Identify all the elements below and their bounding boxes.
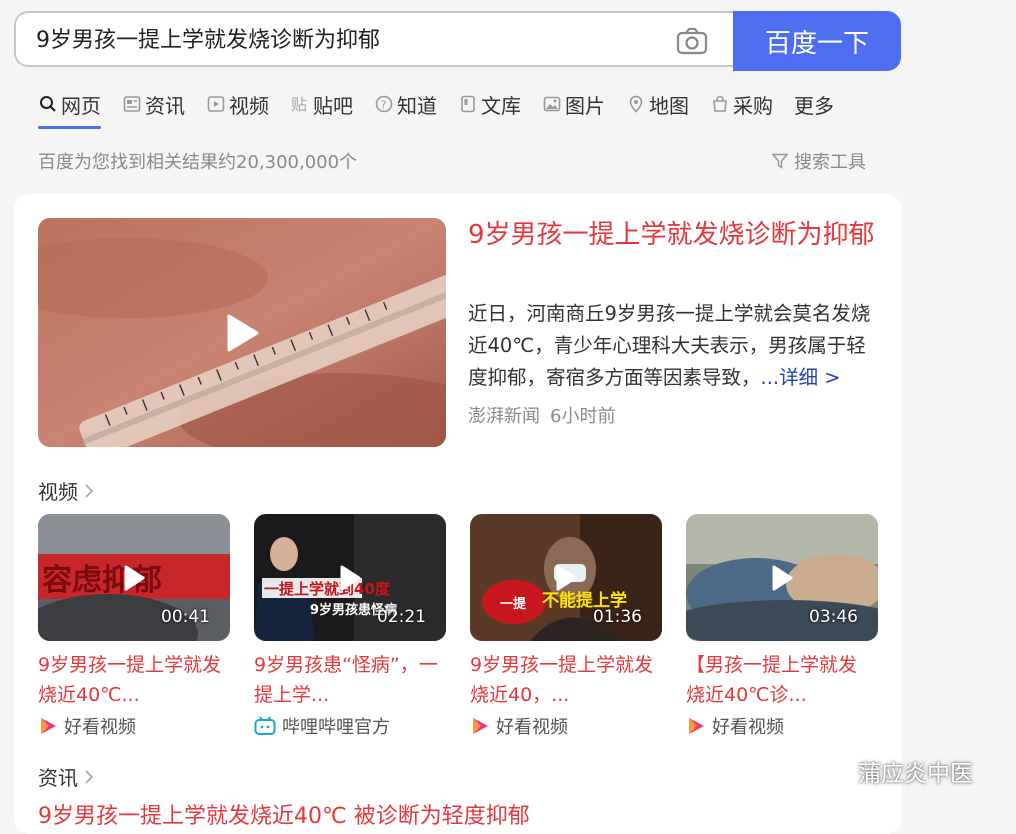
tab-label: 知道 [397,93,437,118]
tab-news[interactable]: 资讯 [122,88,185,120]
tab-label: 图片 [565,93,605,118]
tieba-icon: 贴 [290,94,310,114]
haokan-icon [473,718,488,734]
watermark-text: 蒲应炎中医 [858,761,973,787]
play-icon [772,565,793,590]
video-icon [206,94,226,114]
search-tools-label: 搜索工具 [794,152,866,173]
haokan-icon [689,718,704,734]
search-tools-button[interactable]: 搜索工具 [772,148,866,174]
map-icon [626,94,646,114]
source-time: 6小时前 [550,406,616,427]
video-section-title[interactable]: 视频 [38,476,94,505]
news-section-title[interactable]: 资讯 [38,762,94,791]
video-source[interactable]: 哔哩哔哩官方 [254,713,446,739]
tab-label: 贴吧 [313,93,353,118]
tab-video[interactable]: 视频 [206,88,269,120]
video-duration: 01:36 [593,607,642,627]
search-icon [38,94,58,114]
play-icon [227,314,259,351]
video-card[interactable]: 一提上学就到40度 9岁男孩患怪病 02:21 9岁男孩患“怪病”，一 提上学..… [254,514,446,739]
svg-text:一提: 一提 [500,596,527,612]
search-bar: 百度一下 [14,11,901,71]
tab-tieba[interactable]: 贴 贴吧 [290,88,353,120]
tab-web[interactable]: 网页 [38,88,101,129]
video-source[interactable]: 好看视频 [38,713,230,739]
tab-images[interactable]: 图片 [542,88,605,120]
section-label: 资讯 [38,766,78,790]
search-button[interactable]: 百度一下 [733,11,901,71]
tab-zhidao[interactable]: ? 知道 [374,88,437,120]
watermark: 蒲应炎中医 [812,754,973,788]
video-thumbnail[interactable]: 03:46 [686,514,878,641]
main-result-source: 澎湃新闻 6小时前 [468,402,615,428]
tab-label: 视频 [229,93,269,118]
search-tabs: 网页 资讯 视频 贴 贴吧 ? 知道 文库 图片 地图 采购 更多 [38,88,855,130]
question-icon: ? [374,94,394,114]
image-icon [542,94,562,114]
wechat-icon [813,758,849,785]
video-title[interactable]: 9岁男孩一提上学就发 烧近40℃... [38,650,230,710]
video-thumbnail[interactable]: 一提上学就到40度 9岁男孩患怪病 02:21 [254,514,446,641]
svg-text:?: ? [381,99,387,112]
tab-label: 网页 [61,93,101,118]
camera-icon[interactable] [676,27,708,55]
video-thumbnail[interactable]: 一提 不能提上学 01:36 [470,514,662,641]
tab-label: 地图 [649,93,689,118]
video-title[interactable]: 9岁男孩一提上学就发 烧近40，... [470,650,662,710]
news-item-title[interactable]: 9岁男孩一提上学就发烧近40℃ 被诊断为轻度抑郁 [38,798,530,830]
chevron-right-icon [85,769,94,784]
svg-text:一提上学就到40度: 一提上学就到40度 [264,580,391,598]
tab-label: 文库 [481,93,521,118]
play-icon [124,565,145,590]
video-thumbnail[interactable]: 容虑抑郁 00:41 [38,514,230,641]
video-source[interactable]: 好看视频 [686,713,878,739]
play-icon [340,565,361,590]
result-card: 9岁男孩一提上学就发烧诊断为抑郁 近日，河南商丘9岁男孩一提上学就会莫名发烧近4… [14,194,902,834]
main-video-thumbnail[interactable] [38,218,446,447]
haokan-icon [41,718,56,734]
svg-text:贴: 贴 [291,95,307,113]
video-title[interactable]: 9岁男孩患“怪病”，一 提上学... [254,650,446,710]
document-icon [458,94,478,114]
chevron-right-icon [85,483,94,498]
video-card[interactable]: 一提 不能提上学 01:36 9岁男孩一提上学就发 烧近40，... 好看视频 [470,514,662,739]
search-input[interactable] [36,13,666,69]
play-icon [556,565,577,590]
tab-label: 更多 [794,93,834,118]
tab-wenku[interactable]: 文库 [458,88,521,120]
tab-label: 采购 [733,93,773,118]
video-card[interactable]: 容虑抑郁 00:41 9岁男孩一提上学就发 烧近40℃... 好看视频 [38,514,230,739]
video-duration: 02:21 [377,607,426,627]
filter-icon [772,153,788,169]
result-count: 百度为您找到相关结果约20,300,000个 [38,152,358,173]
video-duration: 00:41 [161,607,210,627]
source-name[interactable]: 澎湃新闻 [468,406,540,427]
video-card[interactable]: 03:46 【男孩一提上学就发 烧近40℃诊... 好看视频 [686,514,878,739]
shopping-icon [710,94,730,114]
news-icon [122,94,142,114]
bilibili-icon [254,716,276,735]
section-label: 视频 [38,480,78,504]
tab-map[interactable]: 地图 [626,88,689,120]
video-title[interactable]: 【男孩一提上学就发 烧近40℃诊... [686,650,878,710]
video-duration: 03:46 [809,607,858,627]
main-result-description: 近日，河南商丘9岁男孩一提上学就会莫名发烧近40℃，青少年心理科大夫表示，男孩属… [468,298,882,394]
tab-label: 资讯 [145,93,185,118]
search-box[interactable] [14,11,749,69]
video-source[interactable]: 好看视频 [470,713,662,739]
details-link[interactable]: ...详细 > [761,366,841,389]
tab-shopping[interactable]: 采购 [710,88,773,120]
main-result-title[interactable]: 9岁男孩一提上学就发烧诊断为抑郁 [468,214,878,256]
tab-more[interactable]: 更多 [794,88,834,120]
